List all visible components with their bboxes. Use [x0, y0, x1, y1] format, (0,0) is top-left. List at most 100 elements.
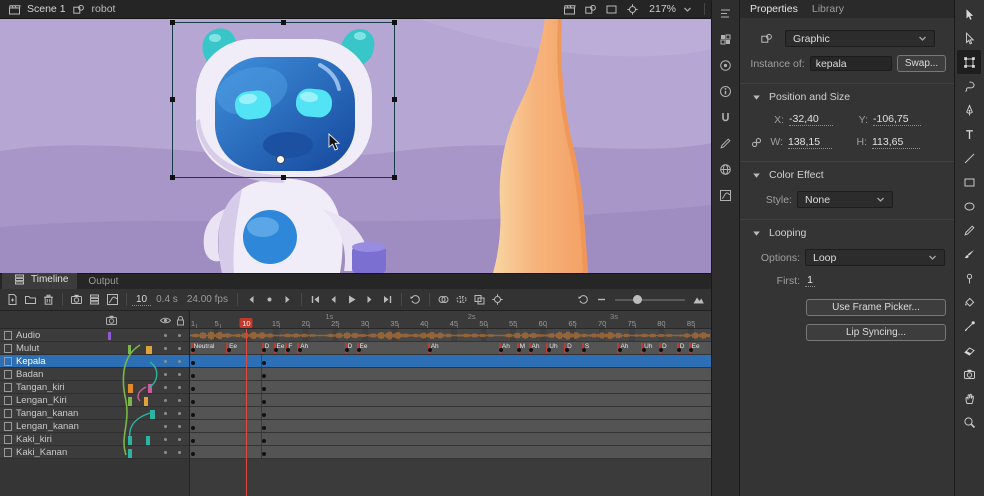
layer-lock-dot[interactable] [178, 360, 181, 363]
selection-box[interactable] [172, 22, 395, 178]
frame-view-button[interactable] [690, 291, 707, 309]
motion-editor-panel-icon[interactable] [717, 187, 735, 203]
show-hide-all-icon[interactable] [158, 313, 172, 327]
frames-area[interactable]: 1s2s3s1510152025303540455055606570758085… [190, 311, 711, 496]
w-value[interactable]: 138,15 [788, 136, 832, 149]
color-effect-section-header[interactable]: Color Effect [740, 161, 954, 183]
frames-row-Kepala[interactable] [190, 355, 711, 368]
layer-lock-dot[interactable] [178, 425, 181, 428]
layer-row-Tangan_kiri[interactable]: Tangan_kiri [0, 381, 189, 394]
use-frame-picker-button[interactable]: Use Frame Picker... [806, 299, 946, 316]
layer-visibility-dot[interactable] [164, 451, 167, 454]
paint-brush-tool[interactable] [957, 242, 981, 266]
layer-visibility-dot[interactable] [164, 425, 167, 428]
link-width-height-icon[interactable] [748, 134, 764, 150]
first-frame-value[interactable]: 1 [805, 274, 815, 287]
selection-tool[interactable] [957, 2, 981, 26]
asset-warp-tool[interactable] [957, 266, 981, 290]
new-layer-button[interactable] [4, 291, 21, 309]
layer-lock-dot[interactable] [178, 334, 181, 337]
h-value[interactable]: 113,65 [872, 136, 920, 149]
pen-tool[interactable] [957, 98, 981, 122]
transform-origin-point[interactable] [276, 155, 285, 164]
swap-button[interactable]: Swap... [897, 55, 946, 72]
layer-row-Lengan_Kiri[interactable]: Lengan_Kiri [0, 394, 189, 407]
layer-row-Kepala[interactable]: Kepala [0, 355, 189, 368]
style-select[interactable]: None [797, 191, 893, 208]
center-stage-icon[interactable] [624, 1, 640, 17]
layer-row-Lengan_kanan[interactable]: Lengan_kanan [0, 420, 189, 433]
layer-visibility-dot[interactable] [164, 399, 167, 402]
position-size-section-header[interactable]: Position and Size [740, 83, 954, 105]
selection-handle-w[interactable] [170, 97, 175, 102]
layer-visibility-dot[interactable] [164, 373, 167, 376]
current-frame-indicator[interactable]: 10 [132, 294, 151, 306]
go-to-last-frame-button[interactable] [379, 291, 396, 309]
layer-lock-dot[interactable] [178, 373, 181, 376]
selection-handle-n[interactable] [281, 20, 286, 25]
y-value[interactable]: -106,75 [873, 113, 921, 126]
auto-keyframe-button[interactable] [261, 291, 278, 309]
layer-row-Audio[interactable]: Audio [0, 329, 189, 342]
frames-row-Mulut[interactable]: NeutralEeDEeFAhDEeAhAhMAhUhDSAhUhDDEe [190, 342, 711, 355]
frames-row-Kaki_Kanan[interactable] [190, 446, 711, 459]
playhead-marker[interactable]: 10 [240, 318, 253, 328]
selection-handle-se[interactable] [392, 175, 397, 180]
eraser-tool[interactable] [957, 338, 981, 362]
eyedropper-tool[interactable] [957, 314, 981, 338]
instance-name-field[interactable]: kepala [810, 56, 892, 71]
onion-skin-button[interactable] [435, 291, 452, 309]
zoom-select[interactable]: 217% [645, 2, 699, 17]
edit-multiple-frames-button[interactable] [471, 291, 488, 309]
align-panel-icon[interactable] [717, 5, 735, 21]
frames-row-Kaki_kiri[interactable] [190, 433, 711, 446]
reset-timeline-zoom-button[interactable] [575, 291, 592, 309]
info-panel-icon[interactable] [717, 83, 735, 99]
add-camera-button[interactable] [68, 291, 85, 309]
hand-tool[interactable] [957, 386, 981, 410]
selection-handle-e[interactable] [392, 97, 397, 102]
brush-library-panel-icon[interactable] [717, 135, 735, 151]
loop-playback-button[interactable] [407, 291, 424, 309]
layer-lock-dot[interactable] [178, 386, 181, 389]
globe-panel-icon[interactable] [717, 161, 735, 177]
step-forward-button[interactable] [361, 291, 378, 309]
color-panel-icon[interactable] [717, 57, 735, 73]
stage[interactable] [0, 19, 711, 273]
go-to-first-frame-button[interactable] [307, 291, 324, 309]
selection-handle-s[interactable] [281, 175, 286, 180]
frames-row-Lengan_Kiri[interactable] [190, 394, 711, 407]
layer-visibility-dot[interactable] [164, 438, 167, 441]
timeline-zoom-out-button[interactable] [593, 291, 610, 309]
center-playhead-button[interactable] [489, 291, 506, 309]
layer-row-Tangan_kanan[interactable]: Tangan_kanan [0, 407, 189, 420]
text-tool[interactable] [957, 122, 981, 146]
layer-visibility-dot[interactable] [164, 347, 167, 350]
swatches-panel-icon[interactable] [717, 31, 735, 47]
lip-syncing-button[interactable]: Lip Syncing... [806, 324, 946, 341]
layer-lock-dot[interactable] [178, 438, 181, 441]
layer-visibility-dot[interactable] [164, 334, 167, 337]
frames-row-Audio[interactable] [190, 329, 711, 342]
layer-row-Kaki_kiri[interactable]: Kaki_kiri [0, 433, 189, 446]
symbol-type-select[interactable]: Graphic [785, 30, 935, 47]
x-value[interactable]: -32,40 [789, 113, 833, 126]
lasso-tool[interactable] [957, 74, 981, 98]
delete-layer-button[interactable] [40, 291, 57, 309]
edit-symbols-icon[interactable] [582, 1, 598, 17]
layer-parenting-button[interactable] [86, 291, 103, 309]
layer-lock-dot[interactable] [178, 412, 181, 415]
step-back-button[interactable] [325, 291, 342, 309]
motion-editor-button[interactable] [104, 291, 121, 309]
tab-library[interactable]: Library [812, 3, 844, 15]
layer-visibility-dot[interactable] [164, 412, 167, 415]
looping-section-header[interactable]: Looping [740, 219, 954, 241]
camera-tool[interactable] [957, 362, 981, 386]
selection-handle-nw[interactable] [170, 20, 175, 25]
layer-row-Kaki_Kanan[interactable]: Kaki_Kanan [0, 446, 189, 459]
lock-all-icon[interactable] [173, 313, 187, 327]
tab-output[interactable]: Output [79, 275, 127, 289]
play-button[interactable] [343, 291, 360, 309]
tab-properties[interactable]: Properties [750, 3, 798, 15]
layer-row-Badan[interactable]: Badan [0, 368, 189, 381]
